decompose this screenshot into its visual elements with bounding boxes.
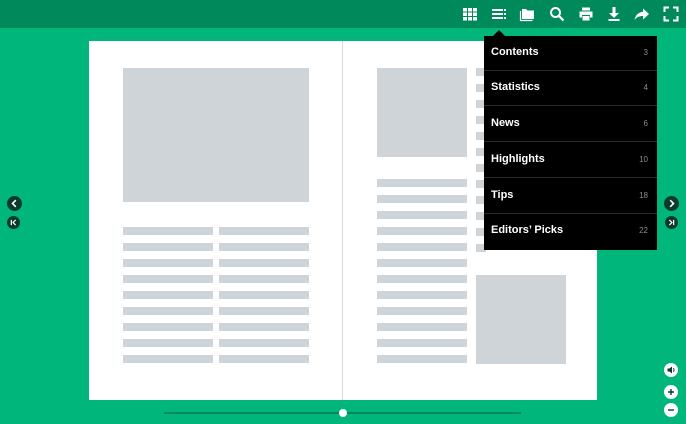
search-icon[interactable]: [548, 5, 566, 23]
text-line-placeholder: [123, 259, 213, 267]
left-page-image-placeholder: [123, 68, 309, 202]
text-line-placeholder: [377, 291, 467, 299]
text-line-placeholder: [219, 307, 309, 315]
download-icon[interactable]: [605, 5, 623, 23]
share-icon[interactable]: [633, 5, 651, 23]
zoom-out-button[interactable]: [664, 403, 678, 417]
toc-item-page: 6: [643, 119, 648, 128]
text-line-placeholder: [123, 275, 213, 283]
toc-item-label: Tips: [491, 189, 514, 201]
text-line-placeholder: [377, 355, 467, 363]
toc-item-label: Highlights: [491, 153, 545, 165]
toc-item-page: 4: [643, 83, 648, 92]
right-page-image-placeholder: [476, 275, 566, 364]
sound-icon: [667, 366, 675, 374]
zoom-in-icon: [668, 389, 674, 395]
toc-item-page: 18: [639, 191, 648, 200]
toc-item-page: 10: [639, 155, 648, 164]
text-line-placeholder: [377, 259, 467, 267]
text-line-placeholder: [377, 227, 467, 235]
book-spine: [342, 41, 343, 400]
table-of-contents-icon[interactable]: [490, 5, 508, 23]
page-slider-thumb[interactable]: [338, 409, 347, 417]
toc-item-label: Statistics: [491, 81, 540, 93]
text-line-placeholder: [219, 243, 309, 251]
toc-item-page: 3: [643, 48, 648, 57]
text-line-placeholder: [123, 355, 213, 363]
text-line-placeholder: [123, 243, 213, 251]
text-line-placeholder: [377, 179, 467, 187]
last-page-button[interactable]: [665, 216, 678, 229]
toc-item-page: 22: [639, 226, 648, 235]
top-toolbar: [0, 0, 686, 28]
text-line-placeholder: [377, 323, 467, 331]
text-line-placeholder: [377, 211, 467, 219]
toc-item-editors-picks[interactable]: Editors’ Picks 22: [484, 214, 657, 249]
toc-item-contents[interactable]: Contents 3: [484, 36, 657, 71]
text-line-placeholder: [123, 339, 213, 347]
sound-button[interactable]: [664, 363, 678, 377]
text-line-placeholder: [219, 355, 309, 363]
next-page-button[interactable]: [664, 196, 679, 211]
text-line-placeholder: [219, 323, 309, 331]
thumbnails-grid-icon[interactable]: [461, 5, 479, 23]
right-page-image-placeholder: [377, 68, 467, 157]
text-line-placeholder: [123, 291, 213, 299]
print-icon[interactable]: [577, 5, 595, 23]
zoom-in-button[interactable]: [664, 385, 678, 399]
zoom-out-icon: [668, 409, 674, 411]
text-line-placeholder: [219, 275, 309, 283]
toc-item-highlights[interactable]: Highlights 10: [484, 143, 657, 178]
text-line-placeholder: [123, 227, 213, 235]
text-line-placeholder: [377, 243, 467, 251]
text-line-placeholder: [123, 323, 213, 331]
text-line-placeholder: [377, 195, 467, 203]
first-page-icon: [10, 219, 17, 226]
toc-item-news[interactable]: News 6: [484, 107, 657, 142]
toc-item-label: Contents: [491, 46, 539, 58]
toc-item-tips[interactable]: Tips 18: [484, 179, 657, 214]
text-line-placeholder: [377, 307, 467, 315]
text-line-placeholder: [219, 291, 309, 299]
toc-item-label: News: [491, 117, 520, 129]
text-line-placeholder: [377, 339, 467, 347]
toc-item-label: Editors’ Picks: [491, 224, 564, 236]
folder-icon[interactable]: [519, 5, 537, 23]
text-line-placeholder: [377, 275, 467, 283]
fullscreen-icon[interactable]: [662, 5, 680, 23]
previous-page-button[interactable]: [7, 196, 22, 211]
first-page-button[interactable]: [7, 216, 20, 229]
text-line-placeholder: [219, 227, 309, 235]
table-of-contents-menu: Contents 3 Statistics 4 News 6 Highlight…: [484, 36, 657, 250]
previous-page-icon: [11, 199, 17, 208]
toc-item-statistics[interactable]: Statistics 4: [484, 71, 657, 106]
text-line-placeholder: [219, 259, 309, 267]
last-page-icon: [668, 219, 675, 226]
text-line-placeholder: [123, 307, 213, 315]
next-page-icon: [669, 199, 675, 208]
text-line-placeholder: [219, 339, 309, 347]
